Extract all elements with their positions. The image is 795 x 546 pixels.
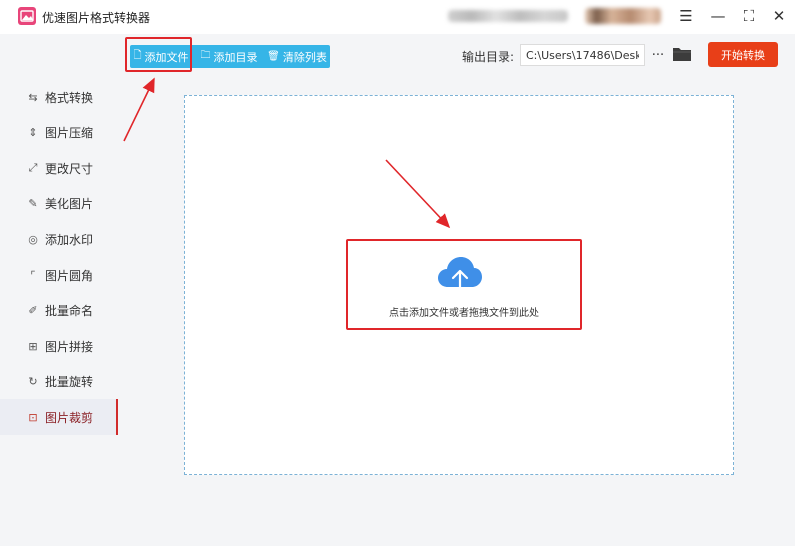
add-file-highlight-box	[125, 37, 192, 72]
output-directory-input[interactable]	[520, 44, 645, 66]
sidebar: ⇆ 格式转换 ⇕ 图片压缩 ⤢ 更改尺寸 ✎ 美化图片 ◎ 添加水印 ⌜ 图片圆角 ✐ 批量命名 ⊞ 图片拼接…	[0, 34, 118, 546]
sidebar-item-crop[interactable]: ⊡ 图片裁剪	[0, 399, 118, 436]
open-folder-icon[interactable]	[672, 45, 692, 63]
sidebar-item-rename[interactable]: ✐ 批量命名	[0, 293, 118, 329]
sidebar-item-label: 图片拼接	[45, 339, 94, 354]
sidebar-item-format-convert[interactable]: ⇆ 格式转换	[0, 79, 118, 115]
resize-icon: ⤢	[28, 161, 38, 175]
trash-icon: 🗑	[267, 51, 280, 62]
sidebar-item-compress[interactable]: ⇕ 图片压缩	[0, 115, 118, 151]
clear-list-label: 清除列表	[282, 50, 327, 64]
folder-outline-icon: 🗀	[200, 50, 211, 61]
sidebar-item-label: 图片压缩	[45, 126, 94, 141]
title-bar: 优速图片格式转换器 ☰ — ⛶ ✕	[0, 0, 795, 34]
compress-icon: ⇕	[28, 126, 38, 140]
add-directory-button[interactable]: 🗀 添加目录	[198, 45, 260, 68]
sidebar-item-rotate[interactable]: ↻ 批量旋转	[0, 364, 118, 400]
close-icon[interactable]: ✕	[768, 6, 790, 26]
rotate-icon: ↻	[28, 375, 38, 389]
drop-zone-highlight-box	[346, 239, 582, 330]
add-directory-label: 添加目录	[213, 50, 258, 64]
sidebar-item-label: 图片裁剪	[45, 410, 94, 425]
sidebar-item-label: 添加水印	[45, 232, 94, 247]
sidebar-item-watermark[interactable]: ◎ 添加水印	[0, 221, 118, 257]
maximize-icon[interactable]: ⛶	[738, 6, 760, 26]
app-title: 优速图片格式转换器	[42, 11, 151, 25]
start-convert-button[interactable]: 开始转换	[708, 42, 778, 67]
beautify-icon: ✎	[28, 197, 38, 211]
sidebar-item-beautify[interactable]: ✎ 美化图片	[0, 186, 118, 222]
sidebar-item-label: 格式转换	[45, 90, 94, 105]
sidebar-item-label: 美化图片	[45, 197, 94, 212]
rename-icon: ✐	[28, 304, 38, 318]
minimize-icon[interactable]: —	[707, 6, 729, 26]
sidebar-item-stitch[interactable]: ⊞ 图片拼接	[0, 328, 118, 364]
sidebar-item-label: 图片圆角	[45, 268, 94, 283]
sidebar-item-label: 更改尺寸	[45, 161, 94, 176]
watermark-icon: ◎	[28, 232, 38, 246]
clear-list-button[interactable]: 🗑 清除列表	[265, 45, 329, 68]
more-options-button[interactable]: ···	[651, 45, 665, 65]
blurred-account-info	[448, 10, 568, 22]
format-convert-icon: ⇆	[28, 90, 38, 104]
round-corner-icon: ⌜	[30, 268, 36, 282]
app-logo-icon	[18, 7, 36, 25]
stitch-icon: ⊞	[28, 339, 38, 353]
sidebar-item-label: 批量旋转	[45, 375, 94, 390]
menu-icon[interactable]: ☰	[675, 6, 697, 26]
blurred-user-avatar	[585, 8, 661, 24]
crop-icon: ⊡	[28, 410, 38, 424]
sidebar-item-round-corner[interactable]: ⌜ 图片圆角	[0, 257, 118, 293]
output-directory-label: 输出目录:	[462, 50, 515, 64]
sidebar-item-resize[interactable]: ⤢ 更改尺寸	[0, 150, 118, 186]
sidebar-item-label: 批量命名	[45, 304, 94, 319]
